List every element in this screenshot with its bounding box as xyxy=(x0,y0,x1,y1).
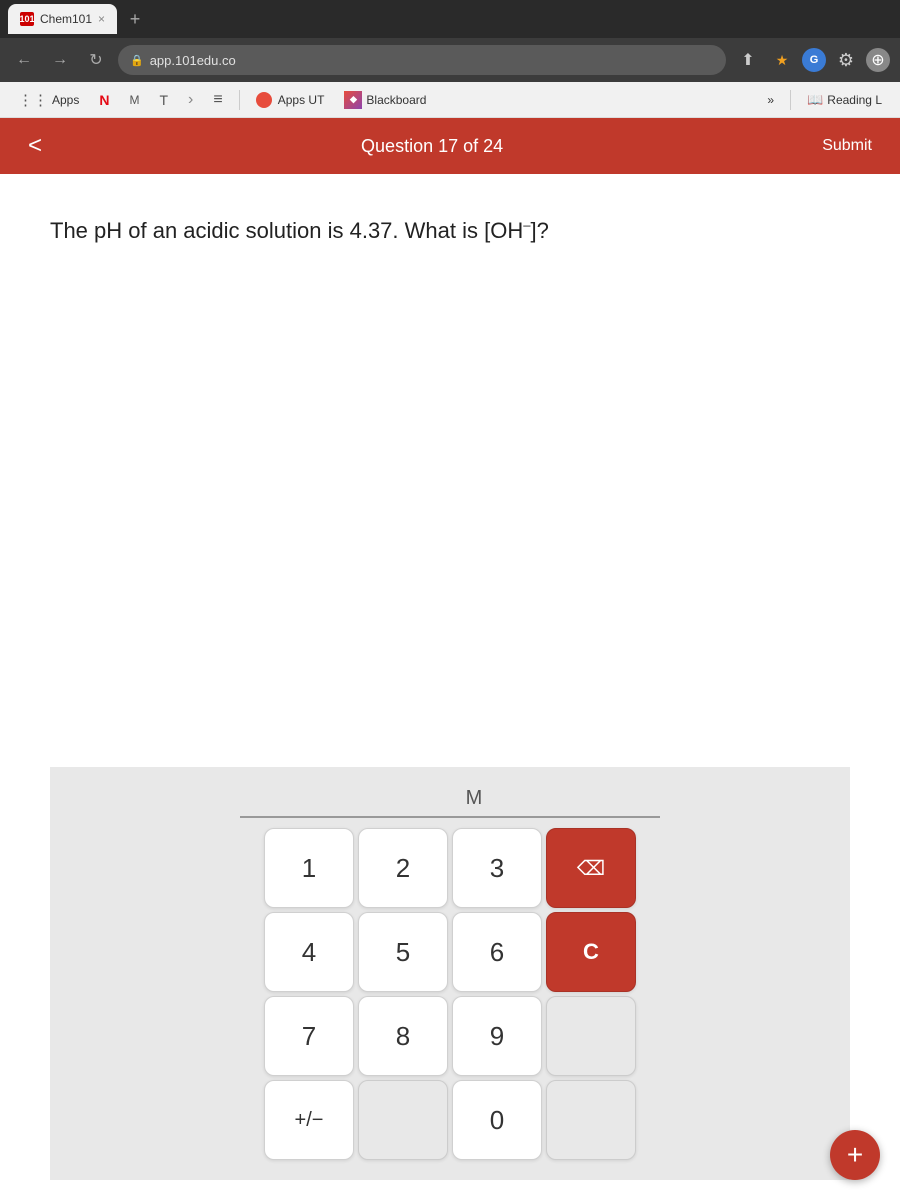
key-0[interactable]: 0 xyxy=(452,1080,542,1160)
browser-chrome: 101 Chem101 × + ← → ↻ 🔒 app.101edu.co ⬆ … xyxy=(0,0,900,118)
bookmarks-apps-item[interactable]: ⋮⋮ Apps xyxy=(10,88,87,112)
key-1[interactable]: 1 xyxy=(264,828,354,908)
add-button[interactable]: + xyxy=(830,1130,880,1180)
bookmarks-mail-item[interactable]: M xyxy=(121,90,147,110)
reading-label: Reading L xyxy=(827,93,882,107)
t-icon: T xyxy=(159,92,168,108)
arrow-icon: › xyxy=(188,91,193,109)
browser-actions: ⬆ ★ G ⚙ ⊕ xyxy=(734,46,890,74)
bookmarks-t-item[interactable]: T xyxy=(151,89,176,111)
bookmarks-divider xyxy=(239,90,240,110)
quiz-progress: Question 17 of 24 xyxy=(361,136,503,157)
keypad: 1 2 3 ⌫ 4 5 6 C 7 8 9 +/− xyxy=(264,828,636,1160)
calc-display-area: M xyxy=(70,787,830,818)
calc-input-row: M xyxy=(240,787,660,812)
back-button[interactable]: ← xyxy=(10,46,38,74)
keypad-area: 1 2 3 ⌫ 4 5 6 C 7 8 9 +/− xyxy=(70,828,830,1160)
key-6[interactable]: 6 xyxy=(452,912,542,992)
reload-button[interactable]: ↻ xyxy=(82,46,110,74)
key-empty-3 xyxy=(546,1080,636,1160)
tab-favicon: 101 xyxy=(20,12,34,26)
tab-title: Chem101 xyxy=(40,12,92,26)
calc-underline xyxy=(240,816,660,818)
key-8[interactable]: 8 xyxy=(358,996,448,1076)
key-4[interactable]: 4 xyxy=(264,912,354,992)
key-9[interactable]: 9 xyxy=(452,996,542,1076)
bookmarks-blackboard-item[interactable]: ◆ Blackboard xyxy=(336,88,434,112)
list-icon: ≡ xyxy=(213,91,222,109)
bookmarks-more-button[interactable]: » xyxy=(759,90,782,110)
apps-ut-label: Apps UT xyxy=(278,93,325,107)
quiz-submit-button[interactable]: Submit xyxy=(814,133,880,159)
tab-close-button[interactable]: × xyxy=(98,12,105,26)
blackboard-icon: ◆ xyxy=(344,91,362,109)
blackboard-label: Blackboard xyxy=(366,93,426,107)
calc-input-unit: M xyxy=(466,787,483,810)
apps-label: Apps xyxy=(52,93,79,107)
forward-button[interactable]: → xyxy=(46,46,74,74)
bookmarks-netflix-item[interactable]: N xyxy=(91,89,117,111)
bookmarks-reading-item[interactable]: 📖 Reading L xyxy=(799,89,890,111)
account-button[interactable]: ⊕ xyxy=(866,48,890,72)
extensions-button[interactable]: ⚙ xyxy=(832,46,860,74)
key-7[interactable]: 7 xyxy=(264,996,354,1076)
user-profile-button[interactable]: G xyxy=(802,48,826,72)
new-tab-button[interactable]: + xyxy=(121,5,149,33)
bookmark-star-button[interactable]: ★ xyxy=(768,46,796,74)
quiz-back-button[interactable]: < xyxy=(20,128,50,164)
apps-ut-icon xyxy=(256,92,272,108)
share-button[interactable]: ⬆ xyxy=(734,46,762,74)
address-bar: ← → ↻ 🔒 app.101edu.co ⬆ ★ G ⚙ ⊕ xyxy=(0,38,900,82)
key-clear[interactable]: C xyxy=(546,912,636,992)
bookmarks-bar: ⋮⋮ Apps N M T › ≡ Apps UT ◆ Blackboard » xyxy=(0,82,900,118)
tab-bar: 101 Chem101 × + xyxy=(0,0,900,38)
active-tab[interactable]: 101 Chem101 × xyxy=(8,4,117,34)
url-input[interactable]: 🔒 app.101edu.co xyxy=(118,45,726,75)
key-backspace[interactable]: ⌫ xyxy=(546,828,636,908)
question-text: The pH of an acidic solution is 4.37. Wh… xyxy=(50,214,850,247)
app-content: < Question 17 of 24 Submit The pH of an … xyxy=(0,118,900,1200)
bookmarks-apps-ut-item[interactable]: Apps UT xyxy=(248,89,333,111)
more-chevron-icon: » xyxy=(767,93,774,107)
key-3[interactable]: 3 xyxy=(452,828,542,908)
calculator-section: M 1 2 3 ⌫ 4 5 6 C xyxy=(50,767,850,1180)
key-empty-1 xyxy=(546,996,636,1076)
bookmarks-divider2 xyxy=(790,90,791,110)
quiz-body: The pH of an acidic solution is 4.37. Wh… xyxy=(0,174,900,1200)
quiz-header: < Question 17 of 24 Submit xyxy=(0,118,900,174)
key-5[interactable]: 5 xyxy=(358,912,448,992)
calc-display: M xyxy=(240,787,660,818)
bookmarks-arrow-item[interactable]: › xyxy=(180,88,201,112)
key-2[interactable]: 2 xyxy=(358,828,448,908)
key-empty-2 xyxy=(358,1080,448,1160)
bookmarks-list-item[interactable]: ≡ xyxy=(205,88,230,112)
key-plus-minus[interactable]: +/− xyxy=(264,1080,354,1160)
netflix-icon: N xyxy=(99,92,109,108)
reading-icon: 📖 xyxy=(807,92,823,108)
url-text: app.101edu.co xyxy=(150,53,236,68)
mail-icon: M xyxy=(129,93,139,107)
security-lock-icon: 🔒 xyxy=(130,54,144,67)
